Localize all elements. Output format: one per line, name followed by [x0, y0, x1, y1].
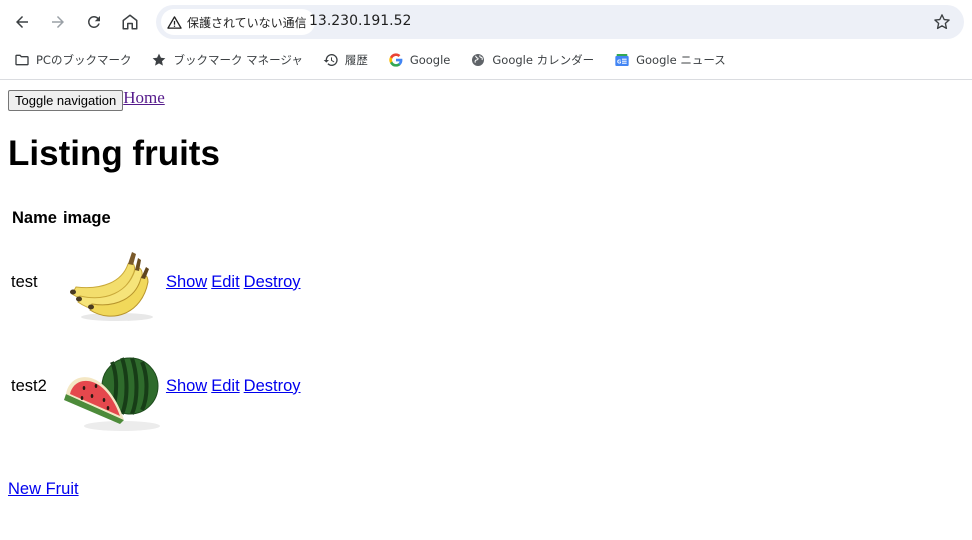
- show-cell: Show: [165, 231, 208, 333]
- star-icon: [153, 53, 166, 66]
- home-link[interactable]: Home: [123, 88, 165, 107]
- browser-toolbar: 保護されていない通信 13.230.191.52: [0, 0, 972, 44]
- show-link[interactable]: Show: [166, 377, 207, 395]
- column-header-blank: [243, 207, 302, 229]
- reload-icon: [87, 15, 100, 28]
- bookmark-google-calendar[interactable]: Google カレンダー: [468, 47, 596, 73]
- column-header-blank: [165, 207, 208, 229]
- bookmarks-bar: PCのブックマーク ブックマーク マネージャ 履歴 Google Google …: [0, 44, 972, 76]
- svg-text:G: G: [617, 59, 621, 65]
- destroy-cell: Destroy: [243, 231, 302, 333]
- address-bar[interactable]: 保護されていない通信 13.230.191.52: [156, 5, 964, 39]
- column-header-image: image: [62, 208, 111, 227]
- toggle-navigation-button[interactable]: Toggle navigation: [8, 90, 124, 111]
- column-header-name: Name: [12, 208, 57, 227]
- warning-icon: [167, 15, 182, 29]
- security-chip[interactable]: 保護されていない通信: [161, 9, 315, 35]
- show-cell: Show: [165, 335, 208, 437]
- home-button[interactable]: [116, 8, 144, 36]
- edit-link[interactable]: Edit: [211, 377, 239, 395]
- bookmark-google-news[interactable]: G Google ニュース: [612, 47, 728, 73]
- show-link[interactable]: Show: [166, 273, 207, 291]
- navbar: Toggle navigation Home: [8, 88, 165, 111]
- bookmark-label: PCのブックマーク: [36, 53, 132, 67]
- fruits-table: Name image test Show Edit Destroy test2 …: [8, 205, 304, 439]
- watermelon-image: [61, 336, 162, 436]
- bookmark-label: Google: [409, 53, 451, 67]
- browser-chrome: 保護されていない通信 13.230.191.52 PCのブックマーク ブックマー…: [0, 0, 972, 80]
- security-label: 保護されていない通信: [187, 15, 307, 30]
- table-header-row: Name image: [10, 207, 302, 229]
- fruit-name: test2: [11, 376, 47, 395]
- google-icon: [389, 53, 403, 67]
- table-row: test2 Show Edit Destroy: [10, 335, 302, 437]
- fruit-image-cell: [61, 335, 163, 437]
- bookmark-label: 履歴: [344, 53, 368, 67]
- edit-cell: Edit: [210, 335, 240, 437]
- star-outline-icon: [934, 14, 950, 30]
- destroy-cell: Destroy: [243, 335, 302, 437]
- column-header-blank: [210, 207, 240, 229]
- fruit-image-cell: [61, 231, 163, 333]
- bookmark-star-button[interactable]: [930, 10, 954, 34]
- folder-icon: [15, 54, 29, 66]
- reload-button[interactable]: [80, 8, 108, 36]
- globe-icon: [472, 54, 485, 66]
- back-arrow-icon: [16, 16, 28, 28]
- bookmark-history[interactable]: 履歴: [321, 47, 370, 73]
- destroy-link[interactable]: Destroy: [244, 377, 301, 395]
- google-news-icon: G: [615, 54, 629, 66]
- new-fruit-link[interactable]: New Fruit: [8, 480, 79, 499]
- bookmark-google[interactable]: Google: [386, 47, 453, 73]
- table-row: test Show Edit Destroy: [10, 231, 302, 333]
- destroy-link[interactable]: Destroy: [244, 273, 301, 291]
- bookmark-pc-folder[interactable]: PCのブックマーク: [12, 47, 133, 73]
- banana-image: [61, 232, 162, 332]
- home-icon: [122, 14, 138, 30]
- history-icon: [323, 54, 338, 66]
- bookmark-label: Google ニュース: [636, 53, 726, 67]
- back-button[interactable]: [8, 8, 36, 36]
- edit-link[interactable]: Edit: [211, 273, 239, 291]
- forward-button[interactable]: [44, 8, 72, 36]
- bookmark-label: Google カレンダー: [492, 53, 595, 67]
- bookmark-manager[interactable]: ブックマーク マネージャ: [149, 47, 304, 73]
- forward-arrow-icon: [52, 16, 64, 28]
- edit-cell: Edit: [210, 231, 240, 333]
- page-content: Toggle navigation Home Listing fruits Na…: [0, 80, 972, 540]
- bookmark-label: ブックマーク マネージャ: [173, 53, 303, 67]
- page-title: Listing fruits: [8, 134, 220, 173]
- url-text[interactable]: 13.230.191.52: [309, 13, 411, 29]
- fruit-name: test: [11, 272, 38, 291]
